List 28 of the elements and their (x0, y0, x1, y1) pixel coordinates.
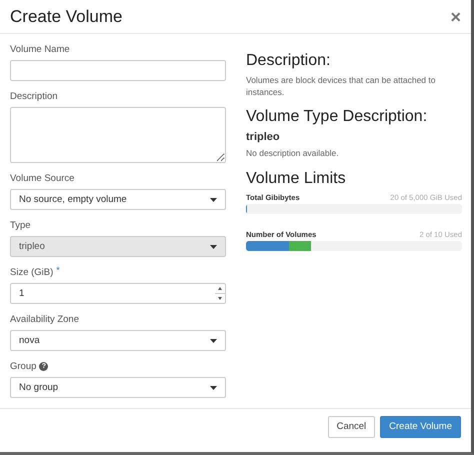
cancel-button[interactable]: Cancel (328, 416, 376, 438)
required-mark: * (56, 264, 60, 275)
section-heading: Volume Type Description: (246, 108, 428, 126)
field-label: Group (10, 361, 36, 372)
dialog-title: Create Volume (10, 6, 122, 27)
caret-icon (210, 198, 217, 202)
section-heading: Description: (246, 52, 332, 70)
type-name: tripleo (246, 131, 281, 144)
number-field[interactable]: 1 (10, 283, 226, 304)
field-label: Size (GiB) (10, 267, 54, 278)
field-label: Type (10, 220, 31, 232)
select-field[interactable]: nova (10, 330, 226, 352)
submit-button[interactable]: Create Volume (380, 416, 461, 438)
text-field[interactable] (10, 60, 226, 82)
select-field[interactable]: No source, empty volume (10, 189, 226, 210)
close-button[interactable]: × (450, 8, 461, 26)
section-heading: Volume Limits (246, 170, 347, 188)
description-text: Volumes are block devices that can be attached to instances. (246, 75, 436, 98)
text-area[interactable] (10, 107, 226, 164)
select-field[interactable]: No group (10, 377, 226, 398)
field-label: Volume Name (10, 44, 70, 56)
caret-icon (210, 386, 217, 390)
type-description: No description available. (246, 148, 340, 160)
field-label: Volume Source (10, 173, 74, 184)
caret-icon (210, 244, 217, 249)
field-label: Description (10, 91, 58, 102)
field-label: Availability Zone (10, 314, 80, 326)
caret-icon (210, 338, 217, 343)
